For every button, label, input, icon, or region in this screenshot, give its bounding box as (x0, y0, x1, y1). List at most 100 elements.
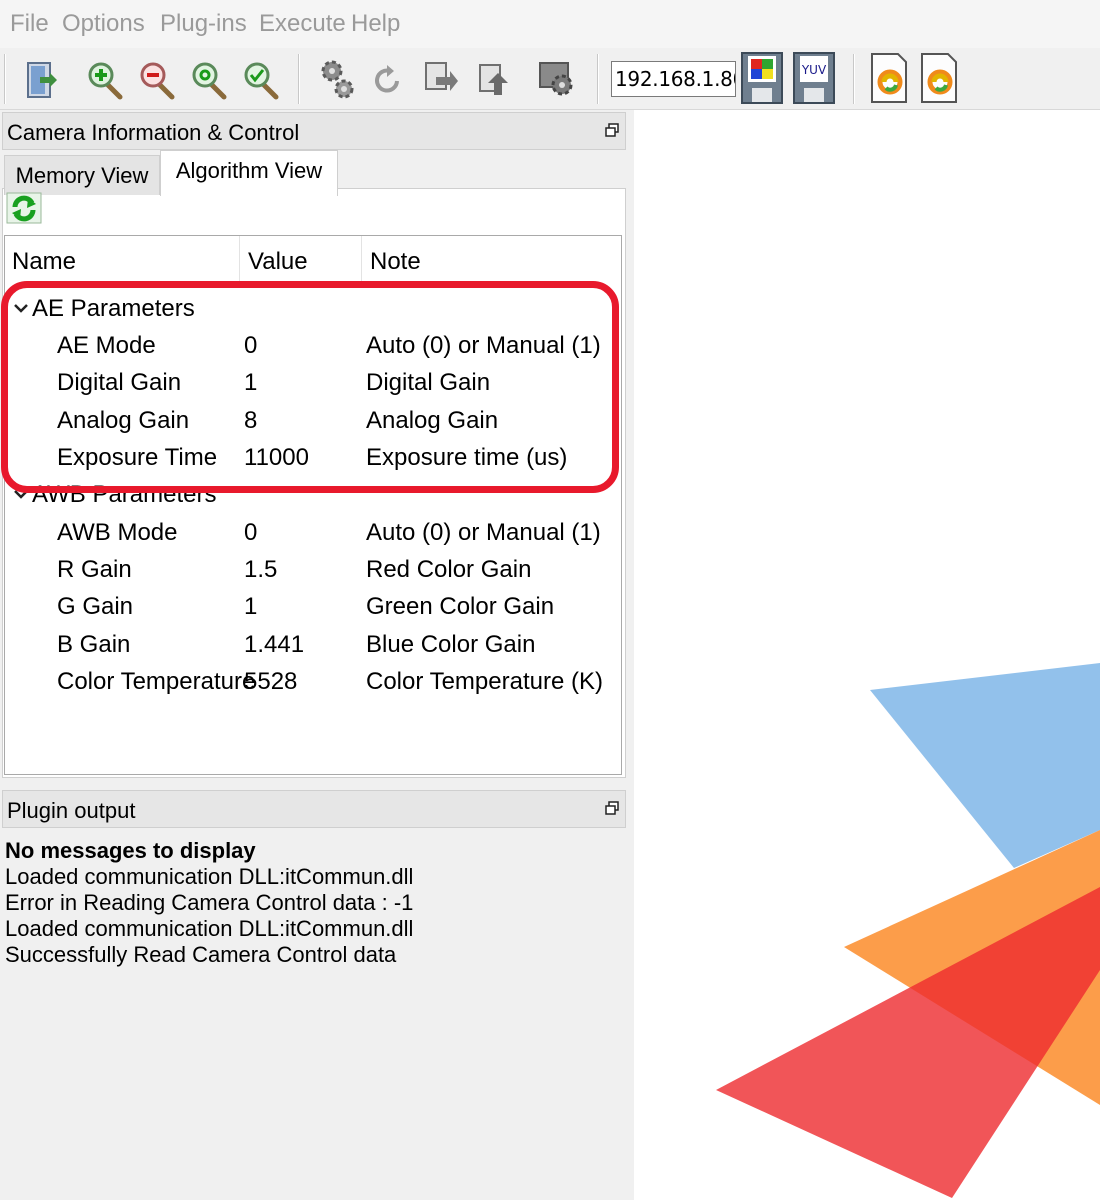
save-yuv-icon: YUV (793, 52, 835, 104)
log-message: Loaded communication DLL:itCommun.dll (5, 916, 414, 941)
param-name: AWB Mode (57, 519, 178, 546)
tree-group-ae-parameters[interactable]: AE Parameters (5, 291, 621, 328)
plugin-document-icon (871, 53, 907, 103)
log-message: Loaded communication DLL:itCommun.dll (5, 864, 414, 889)
main-canvas (634, 110, 1100, 1200)
param-value[interactable]: 0 (244, 519, 257, 547)
document-load-icon (425, 62, 458, 91)
menu-file[interactable]: File (10, 10, 49, 38)
table-row[interactable]: G Gain 1 Green Color Gain (5, 589, 621, 626)
param-name: Exposure Time (57, 444, 218, 471)
parameter-tree: Name Value Note AE Parameters AE Mode 0 … (4, 235, 622, 775)
param-name: Analog Gain (57, 407, 190, 434)
ip-address-field[interactable]: 192.168.1.80 (611, 61, 736, 97)
exit-door-icon (27, 62, 57, 98)
table-row[interactable]: Digital Gain 1 Digital Gain (5, 365, 621, 402)
param-name: AE Mode (57, 332, 156, 359)
plugin-output-log: No messages to display Loaded communicat… (0, 828, 634, 1200)
table-row[interactable]: AE Mode 0 Auto (0) or Manual (1) (5, 328, 621, 365)
menu-execute[interactable]: Execute (259, 10, 346, 38)
gear-screen-icon (539, 62, 573, 96)
param-value[interactable]: 11000 (244, 444, 309, 472)
chevron-down-icon[interactable] (13, 295, 29, 313)
table-row[interactable]: R Gain 1.5 Red Color Gain (5, 552, 621, 589)
exit-door-button[interactable] (20, 55, 60, 103)
camera-panel-header: Camera Information & Control (2, 112, 626, 150)
tab-memory-view[interactable]: Memory View (4, 155, 160, 195)
menu-bar: File Options Plug-ins Execute Help (0, 0, 1100, 48)
zoom-fit-button[interactable] (190, 55, 230, 103)
toolbar: 192.168.1.80 YUV (0, 48, 1100, 110)
column-header-name[interactable]: Name (12, 248, 76, 276)
camera-panel-title: Camera Information & Control (7, 120, 300, 145)
refresh-toolbar-button[interactable] (368, 55, 408, 103)
tab-algorithm-view[interactable]: Algorithm View (160, 150, 338, 196)
save-rgb-icon (741, 52, 783, 104)
table-row[interactable]: Analog Gain 8 Analog Gain (5, 403, 621, 440)
table-row[interactable]: Exposure Time 11000 Exposure time (us) (5, 440, 621, 477)
menu-options[interactable]: Options (62, 10, 145, 38)
save-rgb-button[interactable] (741, 52, 783, 104)
param-name: R Gain (57, 556, 132, 583)
zoom-check-icon (244, 62, 279, 100)
column-header-value[interactable]: Value (248, 248, 308, 276)
table-row[interactable]: B Gain 1.441 Blue Color Gain (5, 627, 621, 664)
gears-icon (321, 60, 354, 99)
log-heading: No messages to display (5, 838, 256, 863)
param-note: Color Temperature (K) (366, 668, 603, 695)
column-divider (361, 236, 362, 284)
table-row[interactable]: Color Temperature 5528 Color Temperature… (5, 664, 621, 701)
param-value[interactable]: 1 (244, 369, 257, 397)
param-value[interactable]: 1 (244, 593, 257, 621)
settings-button[interactable] (318, 55, 358, 103)
param-note: Analog Gain (366, 407, 499, 434)
param-name: Digital Gain (57, 369, 182, 396)
refresh-params-button[interactable] (6, 192, 42, 224)
float-window-icon[interactable] (605, 801, 619, 815)
tree-group-awb-parameters[interactable]: AWB Parameters (5, 477, 621, 514)
plugin-output-header: Plugin output (2, 790, 626, 828)
param-value[interactable]: 5528 (244, 668, 297, 696)
param-note: Auto (0) or Manual (1) (366, 519, 601, 546)
plugin-b-button[interactable] (918, 52, 960, 104)
tree-header: Name Value Note (5, 236, 621, 284)
zoom-out-icon (140, 62, 175, 100)
group-label: AWB Parameters (32, 481, 217, 508)
param-value[interactable]: 1.441 (244, 631, 304, 659)
zoom-in-button[interactable] (86, 55, 126, 103)
menu-plugins[interactable]: Plug-ins (160, 10, 247, 38)
menu-help[interactable]: Help (351, 10, 400, 38)
yuv-label: YUV (801, 63, 827, 77)
save-button[interactable] (474, 55, 514, 103)
plugin-a-button[interactable] (868, 52, 910, 104)
zoom-out-button[interactable] (138, 55, 178, 103)
log-message: Successfully Read Camera Control data (5, 942, 397, 967)
log-message: Error in Reading Camera Control data : -… (5, 890, 414, 915)
zoom-fit-icon (192, 62, 227, 100)
param-note: Digital Gain (366, 369, 491, 396)
refresh-icon (6, 192, 42, 224)
zoom-in-icon (88, 62, 123, 100)
group-label: AE Parameters (32, 295, 195, 322)
table-row[interactable]: AWB Mode 0 Auto (0) or Manual (1) (5, 515, 621, 552)
zoom-actual-button[interactable] (242, 55, 282, 103)
param-note: Green Color Gain (366, 593, 555, 620)
toolbar-separator (4, 54, 6, 104)
chevron-down-icon[interactable] (13, 481, 29, 499)
toolbar-separator (298, 54, 300, 104)
param-value[interactable]: 0 (244, 332, 257, 360)
save-yuv-button[interactable]: YUV (793, 52, 835, 104)
load-button[interactable] (420, 55, 460, 103)
param-note: Auto (0) or Manual (1) (366, 332, 601, 359)
param-value[interactable]: 8 (244, 407, 257, 435)
float-window-icon[interactable] (605, 123, 619, 137)
plugin-output-title: Plugin output (7, 798, 136, 823)
column-divider (239, 236, 240, 284)
plugin-document-icon (921, 53, 957, 103)
camera-control-button[interactable] (536, 55, 576, 103)
param-name: G Gain (57, 593, 134, 620)
column-header-note[interactable]: Note (370, 248, 421, 276)
param-name: Color Temperature (57, 668, 256, 695)
param-value[interactable]: 1.5 (244, 556, 277, 584)
param-note: Red Color Gain (366, 556, 532, 583)
